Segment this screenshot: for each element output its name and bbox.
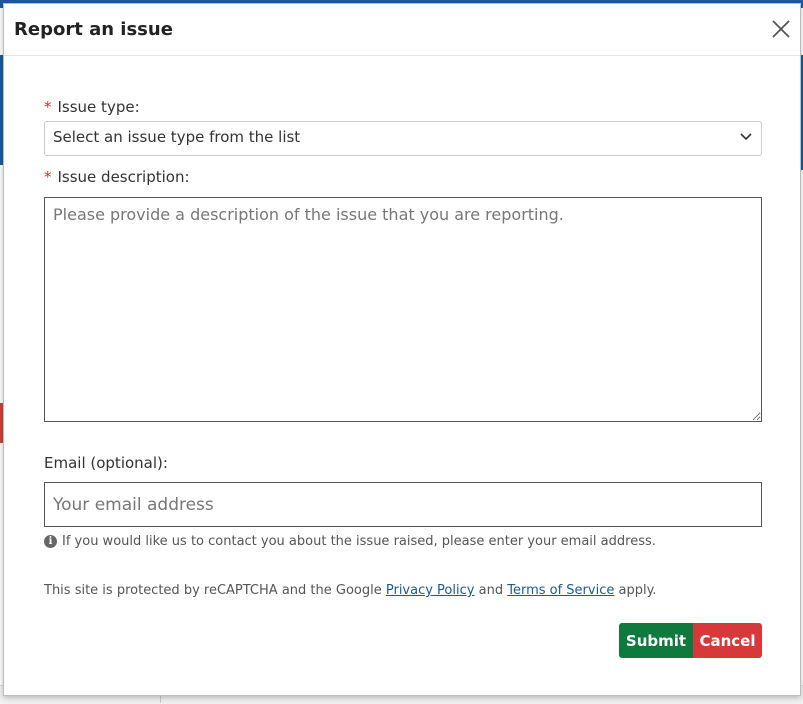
recaptcha-notice: This site is protected by reCAPTCHA and … — [44, 583, 657, 598]
email-help-message: If you would like us to contact you abou… — [62, 534, 656, 549]
email-help-text: i If you would like us to contact you ab… — [44, 534, 656, 549]
issue-type-label-text: Issue type: — [57, 98, 140, 116]
issue-description-textarea[interactable] — [44, 197, 762, 422]
email-label: Email (optional): — [44, 454, 168, 472]
terms-of-service-link[interactable]: Terms of Service — [507, 583, 614, 598]
recaptcha-prefix: This site is protected by reCAPTCHA and … — [44, 583, 382, 598]
required-marker: * — [44, 98, 52, 116]
recaptcha-suffix: apply. — [618, 583, 657, 598]
privacy-policy-link[interactable]: Privacy Policy — [386, 583, 475, 598]
cancel-button[interactable]: Cancel — [693, 623, 762, 658]
issue-type-select[interactable]: Select an issue type from the list — [44, 121, 762, 156]
issue-description-label: * Issue description: — [44, 168, 190, 186]
submit-button[interactable]: Submit — [619, 623, 693, 658]
dialog-header: Report an issue — [4, 4, 800, 56]
close-icon — [772, 20, 790, 38]
recaptcha-and: and — [478, 583, 504, 598]
issue-type-label: * Issue type: — [44, 98, 140, 116]
email-field[interactable] — [44, 482, 762, 527]
required-marker: * — [44, 168, 52, 186]
dialog-title: Report an issue — [14, 19, 173, 40]
issue-type-selected-value: Select an issue type from the list — [53, 128, 301, 146]
issue-description-label-text: Issue description: — [57, 168, 190, 186]
close-button[interactable] — [770, 18, 792, 40]
info-icon: i — [44, 535, 57, 548]
report-issue-dialog: Report an issue * Issue type: Select an i… — [3, 3, 801, 696]
chevron-down-icon — [740, 133, 752, 141]
